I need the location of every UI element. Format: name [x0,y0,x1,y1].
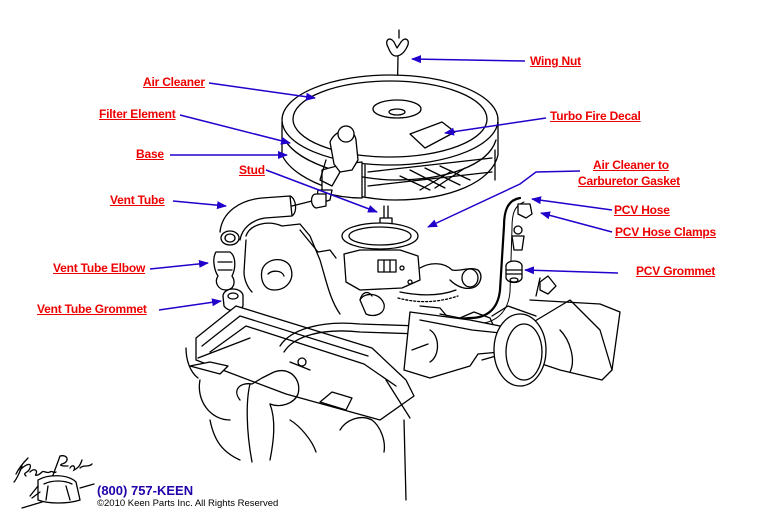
label-wing-nut[interactable]: Wing Nut [530,54,581,68]
label-vent-tube-elbow[interactable]: Vent Tube Elbow [53,261,145,275]
pcv-grommet-part [505,260,523,284]
valve-cover-right [403,275,621,387]
label-gasket-line2[interactable]: Carburetor Gasket [578,174,680,188]
engine-illustration [185,29,621,501]
phone-number[interactable]: (800) 757-KEEN [97,483,193,498]
label-pcv-grommet[interactable]: PCV Grommet [636,264,715,278]
air-cleaner-part [281,74,499,202]
label-turbo-fire-decal[interactable]: Turbo Fire Decal [550,109,641,123]
keen-parts-logo[interactable] [8,452,100,514]
engine-block-rear [243,222,341,315]
label-air-cleaner[interactable]: Air Cleaner [143,75,205,89]
carburetor-part [343,249,421,291]
arrow-filter-element [179,114,291,145]
engine-diagram [149,29,621,501]
label-vent-tube-grommet[interactable]: Vent Tube Grommet [37,302,147,316]
label-stud[interactable]: Stud [239,163,265,177]
arrow-vent-tube [172,200,227,210]
arrow-vent-tube-elbow [149,259,209,270]
arrow-wing-nut [411,55,526,64]
label-base[interactable]: Base [136,147,164,161]
label-filter-element[interactable]: Filter Element [99,107,176,121]
gasket-part [341,222,419,250]
label-pcv-hose-clamps[interactable]: PCV Hose Clamps [615,225,716,239]
label-vent-tube[interactable]: Vent Tube [110,193,165,207]
arrow-pcv-hose [531,196,613,211]
vent-tube-elbow-part [213,251,236,291]
arrow-vent-tube-grommet [158,298,222,311]
copyright: ©2010 Keen Parts Inc. All Rights Reserve… [97,498,279,509]
label-pcv-hose[interactable]: PCV Hose [614,203,670,217]
valve-cover-left [185,305,421,501]
arrow-pcv-grommet [524,266,619,275]
label-gasket-line1[interactable]: Air Cleaner to [593,158,669,172]
arrow-pcv-hose-clamps [540,211,613,233]
arrow-air-cleaner [208,82,316,101]
